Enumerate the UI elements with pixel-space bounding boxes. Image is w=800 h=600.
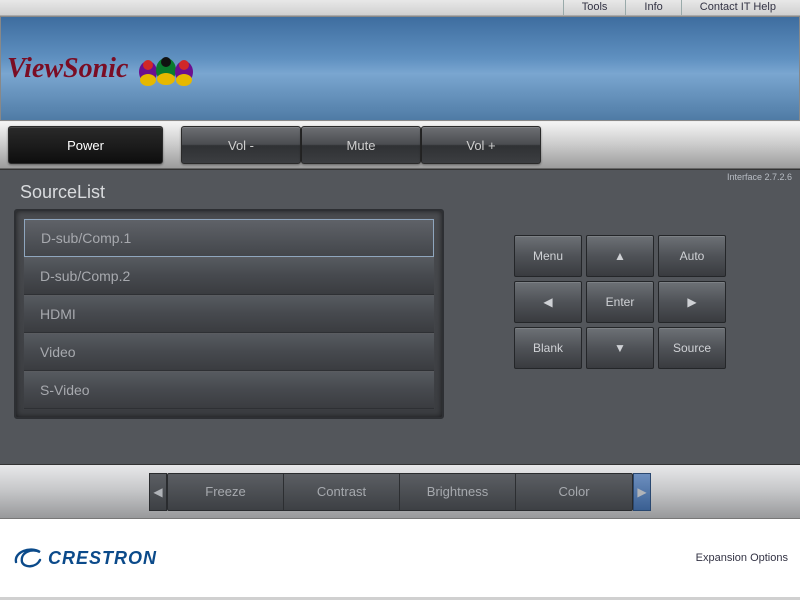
top-menu-bar: Tools Info Contact IT Help (0, 0, 800, 16)
source-list-title: SourceList (20, 182, 786, 203)
triangle-left-icon: ◀ (153, 485, 162, 499)
blank-button[interactable]: Blank (514, 327, 582, 369)
source-item-dsub2[interactable]: D-sub/Comp.2 (24, 257, 434, 295)
triangle-up-icon: ▲ (614, 249, 626, 263)
carousel-item-freeze[interactable]: Freeze (168, 474, 284, 510)
viewsonic-logo: ViewSonic (7, 42, 200, 95)
triangle-right-icon: ▶ (637, 485, 646, 499)
source-button[interactable]: Source (658, 327, 726, 369)
carousel-item-color[interactable]: Color (516, 474, 632, 510)
power-button[interactable]: Power (8, 126, 163, 164)
swirl-icon (12, 544, 46, 572)
main-toolbar: Power Vol - Mute Vol + (0, 121, 800, 169)
interface-version-label: Interface 2.7.2.6 (727, 172, 792, 182)
source-list-panel: D-sub/Comp.1 D-sub/Comp.2 HDMI Video S-V… (14, 209, 444, 419)
nav-down-button[interactable]: ▼ (586, 327, 654, 369)
carousel-item-brightness[interactable]: Brightness (400, 474, 516, 510)
menu-button[interactable]: Menu (514, 235, 582, 277)
header-banner: ViewSonic (0, 16, 800, 121)
crestron-logo: CRESTRON (12, 544, 157, 572)
carousel: Freeze Contrast Brightness Color (167, 473, 633, 511)
top-menu-contact[interactable]: Contact IT Help (681, 0, 794, 15)
source-item-svideo[interactable]: S-Video (24, 371, 434, 409)
carousel-row: ◀ Freeze Contrast Brightness Color ▶ (0, 465, 800, 519)
vol-down-button[interactable]: Vol - (181, 126, 301, 164)
vendor-text: CRESTRON (48, 548, 157, 569)
nav-left-button[interactable]: ◀ (514, 281, 582, 323)
expansion-options-link[interactable]: Expansion Options (696, 552, 788, 564)
carousel-prev-button[interactable]: ◀ (149, 473, 167, 511)
carousel-item-contrast[interactable]: Contrast (284, 474, 400, 510)
enter-button[interactable]: Enter (586, 281, 654, 323)
source-item-video[interactable]: Video (24, 333, 434, 371)
nav-up-button[interactable]: ▲ (586, 235, 654, 277)
triangle-left-icon: ◀ (543, 295, 552, 309)
mute-button[interactable]: Mute (301, 126, 421, 164)
main-panel: Interface 2.7.2.6 SourceList D-sub/Comp.… (0, 169, 800, 465)
footer: CRESTRON Expansion Options (0, 519, 800, 597)
auto-button[interactable]: Auto (658, 235, 726, 277)
triangle-down-icon: ▼ (614, 341, 626, 355)
nav-right-button[interactable]: ▶ (658, 281, 726, 323)
carousel-next-button[interactable]: ▶ (633, 473, 651, 511)
source-item-hdmi[interactable]: HDMI (24, 295, 434, 333)
birds-icon (130, 42, 200, 95)
volume-group: Vol - Mute Vol + (181, 126, 541, 164)
source-item-dsub1[interactable]: D-sub/Comp.1 (24, 219, 434, 257)
brand-text: ViewSonic (7, 53, 128, 85)
triangle-right-icon: ▶ (687, 295, 696, 309)
top-menu-info[interactable]: Info (625, 0, 680, 15)
top-menu-tools[interactable]: Tools (563, 0, 626, 15)
nav-pad: Menu ▲ Auto ◀ Enter ▶ Blank ▼ Source (514, 235, 726, 419)
vol-up-button[interactable]: Vol + (421, 126, 541, 164)
